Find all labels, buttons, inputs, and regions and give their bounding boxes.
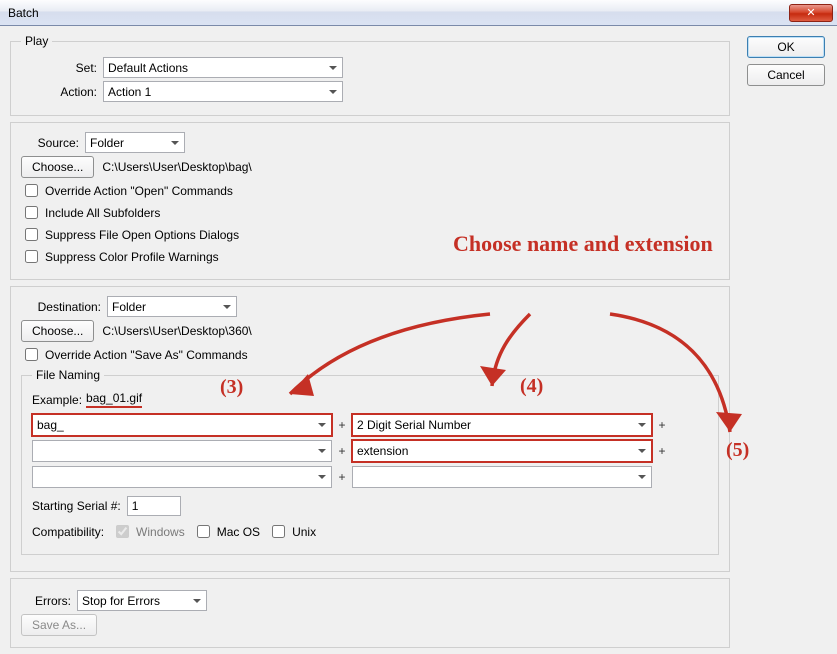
plus-icon: +	[656, 444, 668, 458]
destination-select[interactable]	[107, 296, 237, 317]
naming-field-5[interactable]	[32, 466, 332, 488]
override-open-label: Override Action "Open" Commands	[45, 184, 233, 198]
compat-unix-checkbox[interactable]: Unix	[268, 522, 316, 541]
compat-windows-label: Windows	[136, 525, 185, 539]
starting-serial-label: Starting Serial #:	[32, 499, 121, 513]
suppress-color-checkbox[interactable]: Suppress Color Profile Warnings	[21, 247, 719, 266]
close-button[interactable]: ✕	[789, 4, 833, 22]
cancel-button[interactable]: Cancel	[747, 64, 825, 86]
compat-mac-label: Mac OS	[217, 525, 260, 539]
compat-label: Compatibility:	[32, 525, 104, 539]
play-group: Play Set: Action:	[10, 34, 730, 116]
compat-mac-checkbox[interactable]: Mac OS	[193, 522, 260, 541]
plus-icon: +	[336, 418, 348, 432]
source-choose-button[interactable]: Choose...	[21, 156, 94, 178]
close-icon: ✕	[806, 6, 815, 19]
errors-select[interactable]	[77, 590, 207, 611]
play-legend: Play	[21, 34, 52, 48]
action-label: Action:	[21, 85, 103, 99]
naming-field-2[interactable]	[352, 414, 652, 436]
source-label: Source:	[21, 136, 85, 150]
starting-serial-input[interactable]	[127, 496, 181, 516]
naming-field-3[interactable]	[32, 440, 332, 462]
ok-button[interactable]: OK	[747, 36, 825, 58]
set-select[interactable]	[103, 57, 343, 78]
plus-icon: +	[336, 444, 348, 458]
save-as-button: Save As...	[21, 614, 97, 636]
errors-group: Errors: Save As...	[10, 578, 730, 648]
destination-label: Destination:	[21, 300, 107, 314]
suppress-file-open-checkbox[interactable]: Suppress File Open Options Dialogs	[21, 225, 719, 244]
include-subfolders-label: Include All Subfolders	[45, 206, 160, 220]
errors-label: Errors:	[21, 594, 77, 608]
action-select[interactable]	[103, 81, 343, 102]
destination-path: C:\Users\User\Desktop\360\	[94, 324, 251, 338]
set-label: Set:	[21, 61, 103, 75]
window-title: Batch	[8, 6, 39, 20]
override-save-checkbox[interactable]: Override Action "Save As" Commands	[21, 345, 719, 364]
override-open-checkbox[interactable]: Override Action "Open" Commands	[21, 181, 719, 200]
example-label: Example:	[32, 393, 82, 407]
suppress-file-open-label: Suppress File Open Options Dialogs	[45, 228, 239, 242]
naming-field-4[interactable]	[352, 440, 652, 462]
source-path: C:\Users\User\Desktop\bag\	[94, 160, 251, 174]
example-value: bag_01.gif	[86, 391, 142, 408]
source-group: Source: Choose... C:\Users\User\Desktop\…	[10, 122, 730, 280]
destination-group: Destination: Choose... C:\Users\User\Des…	[10, 286, 730, 572]
compat-windows-checkbox: Windows	[112, 522, 185, 541]
file-naming-group: File Naming Example: bag_01.gif + +	[21, 368, 719, 555]
plus-icon: +	[656, 418, 668, 432]
destination-choose-button[interactable]: Choose...	[21, 320, 94, 342]
naming-field-1[interactable]	[32, 414, 332, 436]
file-naming-legend: File Naming	[32, 368, 104, 382]
naming-field-6[interactable]	[352, 466, 652, 488]
suppress-color-label: Suppress Color Profile Warnings	[45, 250, 219, 264]
compat-unix-label: Unix	[292, 525, 316, 539]
source-select[interactable]	[85, 132, 185, 153]
plus-icon: +	[336, 470, 348, 484]
include-subfolders-checkbox[interactable]: Include All Subfolders	[21, 203, 719, 222]
override-save-label: Override Action "Save As" Commands	[45, 348, 248, 362]
